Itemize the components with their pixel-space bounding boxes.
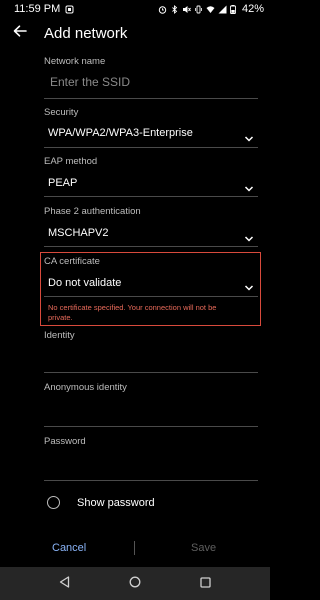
wifi-icon — [206, 5, 215, 14]
network-name-field[interactable]: Network name Enter the SSID — [44, 56, 258, 100]
signal-icon — [218, 5, 227, 14]
phase2-underline — [44, 246, 258, 247]
network-name-label: Network name — [44, 56, 106, 67]
ca-certificate-label: CA certificate — [44, 256, 100, 267]
nav-recents-icon[interactable] — [199, 575, 211, 593]
mute-icon — [182, 5, 191, 14]
anonymous-identity-field[interactable]: Anonymous identity — [44, 382, 258, 428]
security-underline — [44, 147, 258, 148]
save-button[interactable]: Save — [191, 542, 216, 554]
anonymous-identity-label: Anonymous identity — [44, 382, 127, 393]
status-right: 42% — [158, 3, 264, 15]
ca-certificate-value: Do not validate — [48, 277, 122, 289]
alarm-icon — [158, 5, 167, 14]
bluetooth-icon — [170, 4, 179, 14]
eap-method-underline — [44, 196, 258, 197]
eap-method-value: PEAP — [48, 177, 78, 189]
battery-percent: 42% — [241, 3, 264, 15]
eap-method-label: EAP method — [44, 156, 98, 167]
battery-icon — [230, 4, 239, 14]
chevron-down-icon — [244, 180, 254, 192]
chevron-down-icon — [244, 230, 254, 242]
status-left: 11:59 PM — [14, 3, 74, 15]
notification-icon — [65, 5, 74, 14]
action-divider — [134, 541, 135, 555]
eap-method-dropdown[interactable]: EAP method PEAP — [44, 156, 258, 197]
show-password-checkbox[interactable] — [47, 496, 60, 509]
phase2-label: Phase 2 authentication — [44, 206, 141, 217]
ca-certificate-underline — [44, 296, 258, 297]
identity-field[interactable]: Identity — [44, 330, 258, 374]
security-value: WPA/WPA2/WPA3-Enterprise — [48, 127, 193, 139]
anonymous-identity-underline — [44, 426, 258, 427]
show-password-label[interactable]: Show password — [77, 497, 155, 509]
status-time: 11:59 PM — [14, 3, 61, 15]
identity-label: Identity — [44, 330, 75, 341]
ca-certificate-dropdown[interactable]: CA certificate Do not validate No certif… — [44, 256, 258, 322]
chevron-down-icon — [244, 279, 254, 291]
password-underline — [44, 480, 258, 481]
security-dropdown[interactable]: Security WPA/WPA2/WPA3-Enterprise — [44, 107, 258, 148]
identity-underline — [44, 372, 258, 373]
cancel-button[interactable]: Cancel — [52, 542, 86, 554]
password-label: Password — [44, 436, 86, 447]
action-bar: Cancel Save — [0, 533, 270, 565]
error-line-1: No certificate specified. Your connectio… — [48, 303, 217, 312]
error-line-2: private. — [48, 313, 73, 322]
network-name-input[interactable]: Enter the SSID — [50, 75, 130, 89]
network-name-underline — [44, 98, 258, 99]
phase2-value: MSCHAPV2 — [48, 227, 109, 239]
vibrate-icon — [194, 5, 203, 14]
back-arrow-icon — [13, 24, 27, 42]
chevron-down-icon — [244, 130, 254, 142]
back-button[interactable] — [0, 18, 40, 48]
nav-home-icon[interactable] — [129, 575, 141, 593]
status-bar: 11:59 PM 42% — [0, 0, 270, 18]
system-nav-bar — [0, 567, 270, 600]
nav-back-icon[interactable] — [59, 575, 70, 593]
phase2-dropdown[interactable]: Phase 2 authentication MSCHAPV2 — [44, 206, 258, 247]
password-field[interactable]: Password — [44, 436, 258, 482]
app-header: Add network — [0, 18, 270, 48]
security-label: Security — [44, 107, 79, 118]
page-title: Add network — [44, 24, 128, 42]
ca-certificate-error: No certificate specified. Your connectio… — [48, 303, 256, 323]
